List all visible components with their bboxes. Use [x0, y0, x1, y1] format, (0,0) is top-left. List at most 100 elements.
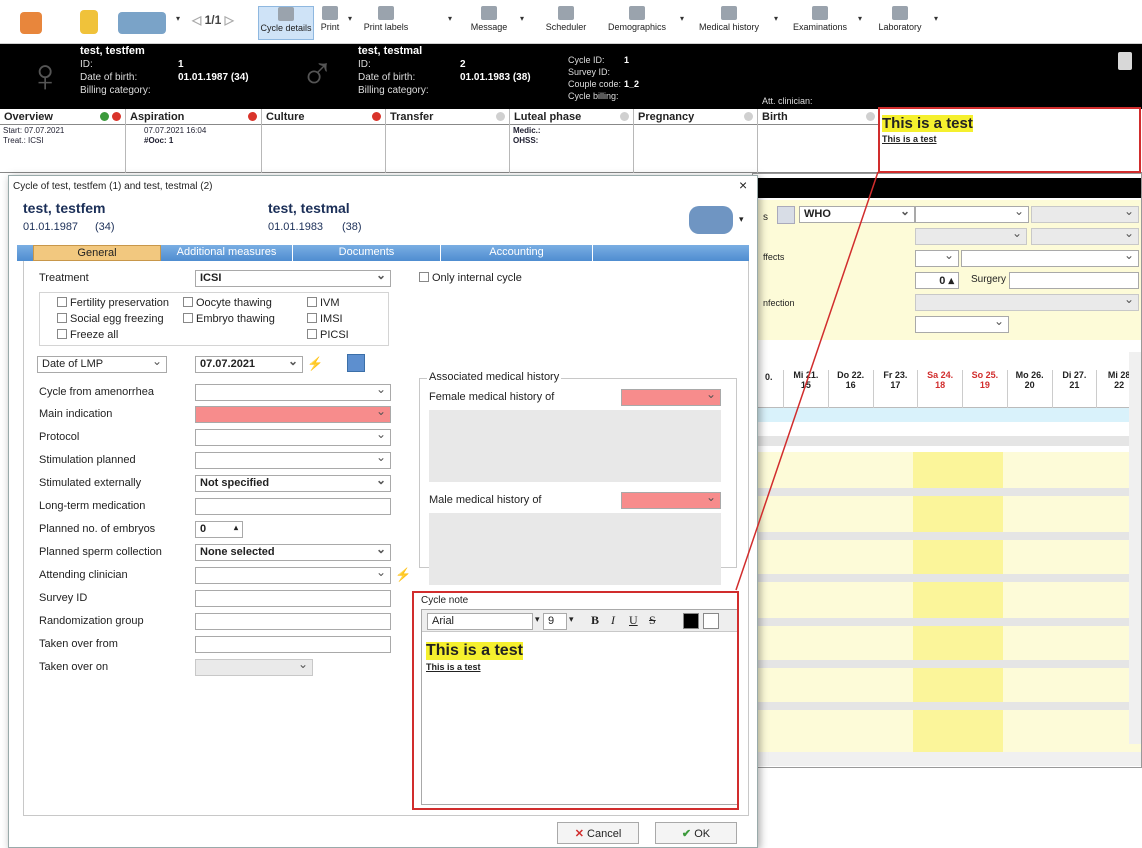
field-label: Planned sperm collection — [39, 546, 162, 558]
chevron-down-icon[interactable]: ▾ — [348, 14, 352, 23]
demographics-button[interactable]: Demographics — [605, 6, 669, 40]
scheduler-button[interactable]: Scheduler — [540, 6, 592, 40]
stimulation-planned-select[interactable] — [195, 452, 391, 469]
male-history-select[interactable] — [621, 492, 721, 509]
survey-id-input[interactable] — [195, 590, 391, 607]
connector-line — [735, 171, 879, 591]
lightning-icon[interactable]: ⚡ — [395, 567, 411, 583]
male-history-list[interactable] — [429, 513, 721, 585]
chevron-down-icon[interactable]: ▾ — [934, 14, 938, 23]
field-label: Stimulation planned — [39, 454, 136, 466]
right-select-2[interactable] — [1031, 206, 1139, 223]
imsi-checkbox[interactable]: IMSI — [307, 313, 343, 325]
picsi-checkbox[interactable]: PICSI — [307, 329, 349, 341]
female-history-list[interactable] — [429, 410, 721, 482]
chevron-down-icon[interactable]: ▾ — [680, 14, 684, 23]
day-col: Di 27. 21 — [1051, 370, 1097, 408]
calendar-row — [753, 660, 1141, 668]
phase-line: Start: 07.07.2021 — [3, 126, 65, 135]
male-billing-label: Billing category: — [358, 85, 429, 96]
surgery-field[interactable] — [1009, 272, 1139, 289]
date-type-select[interactable]: Date of LMP — [37, 356, 167, 373]
lightning-icon[interactable]: ⚡ — [307, 356, 323, 372]
main-indication-select[interactable] — [195, 406, 391, 423]
embryo-thawing-checkbox[interactable]: Embryo thawing — [183, 313, 275, 325]
calendar-icon — [558, 6, 574, 20]
fertility-preservation-checkbox[interactable]: Fertility preservation — [57, 297, 169, 309]
calendar-icon[interactable] — [347, 354, 365, 372]
chevron-down-icon[interactable]: ▾ — [448, 14, 452, 23]
treatment-select[interactable]: ICSI — [195, 270, 391, 287]
attending-clinician-select[interactable] — [195, 567, 391, 584]
laboratory-button[interactable]: Laboratory — [872, 6, 928, 40]
stimulated-externally-select[interactable]: Not specified — [195, 475, 391, 492]
ivm-checkbox[interactable]: IVM — [307, 297, 340, 309]
count-stepper[interactable]: 0 ▴ — [915, 272, 959, 289]
calendar-row — [753, 618, 1141, 626]
field-label: Planned no. of embryos — [39, 523, 156, 535]
protocol-select[interactable] — [195, 429, 391, 446]
taken-over-on-input[interactable] — [195, 659, 313, 676]
labels-icon — [378, 6, 394, 20]
right-select-5[interactable] — [915, 316, 1009, 333]
horizontal-scrollbar[interactable] — [753, 752, 1141, 766]
phase-aspiration[interactable]: Aspiration 07.07.2021 16:04 #Ooc: 1 — [126, 109, 262, 173]
planned-sperm-collection-select[interactable]: None selected — [195, 544, 391, 561]
chevron-down-icon[interactable]: ▾ — [774, 14, 778, 23]
long-term-medication-input[interactable] — [195, 498, 391, 515]
social-egg-freezing-checkbox[interactable]: Social egg freezing — [57, 313, 164, 325]
home-icon[interactable] — [20, 12, 42, 34]
tab-additional-measures[interactable]: Additional measures — [161, 245, 293, 261]
phase-line: OHSS: — [513, 136, 539, 145]
phase-culture[interactable]: Culture — [262, 109, 386, 173]
chevron-down-icon[interactable]: ▾ — [520, 14, 524, 23]
phase-pregnancy[interactable]: Pregnancy — [634, 109, 758, 173]
cycle-details-button[interactable]: Cycle details — [258, 6, 314, 40]
tab-general[interactable]: General — [33, 245, 161, 261]
cancel-button[interactable]: ✕ Cancel — [557, 822, 639, 844]
oocyte-thawing-checkbox[interactable]: Oocyte thawing — [183, 297, 272, 309]
tab-accounting[interactable]: Accounting — [441, 245, 593, 261]
randomization-group-input[interactable] — [195, 613, 391, 630]
infection-select[interactable] — [915, 294, 1139, 311]
tab-documents[interactable]: Documents — [293, 245, 441, 261]
planned-embryos-stepper[interactable]: 0 ▴ — [195, 521, 243, 538]
field-label: Stimulated externally — [39, 477, 142, 489]
freeze-all-checkbox[interactable]: Freeze all — [57, 329, 118, 341]
examinations-button[interactable]: Examinations — [788, 6, 852, 40]
vertical-scrollbar[interactable] — [1129, 352, 1141, 744]
right-select-4[interactable] — [1031, 228, 1139, 245]
right-select-1[interactable] — [915, 206, 1029, 223]
phase-transfer[interactable]: Transfer — [386, 109, 510, 173]
phase-birth[interactable]: Birth — [758, 109, 880, 173]
print-labels-button[interactable]: Print labels — [360, 6, 412, 40]
couple-code-label: Couple code: — [568, 79, 622, 89]
status-grey-icon — [866, 112, 875, 121]
right-select-3[interactable] — [915, 228, 1027, 245]
ok-button[interactable]: ✔ OK — [655, 822, 737, 844]
phase-title: Luteal phase — [514, 111, 582, 123]
female-id-label: ID: — [80, 59, 93, 70]
notes-icon[interactable] — [1118, 52, 1132, 70]
taken-over-from-input[interactable] — [195, 636, 391, 653]
effects-select[interactable] — [915, 250, 959, 267]
status-red-icon — [372, 112, 381, 121]
couple-icon[interactable] — [689, 206, 733, 234]
female-symbol-icon: ♀ — [28, 49, 63, 101]
medical-history-button[interactable]: Medical history — [694, 6, 764, 40]
message-button[interactable]: Message — [466, 6, 512, 40]
female-history-select[interactable] — [621, 389, 721, 406]
date-input[interactable]: 07.07.2021 — [195, 356, 303, 373]
chevron-down-icon[interactable]: ▾ — [858, 14, 862, 23]
male-dob: 01.01.1983 — [268, 221, 324, 233]
only-internal-checkbox[interactable]: Only internal cycle — [419, 272, 522, 284]
chevron-down-icon[interactable]: ▾ — [176, 14, 180, 23]
phase-luteal[interactable]: Luteal phase Medic.: OHSS: — [510, 109, 634, 173]
couple-icon[interactable] — [118, 12, 166, 34]
male-id-label: ID: — [358, 59, 371, 70]
phase-overview[interactable]: Overview Start: 07.07.2021 Treat.: ICSI — [0, 109, 126, 173]
effects-detail-select[interactable] — [961, 250, 1139, 267]
print-button[interactable]: Print — [316, 6, 344, 40]
lock-icon[interactable] — [80, 10, 98, 34]
cycle-from-amenorrhea-select[interactable] — [195, 384, 391, 401]
